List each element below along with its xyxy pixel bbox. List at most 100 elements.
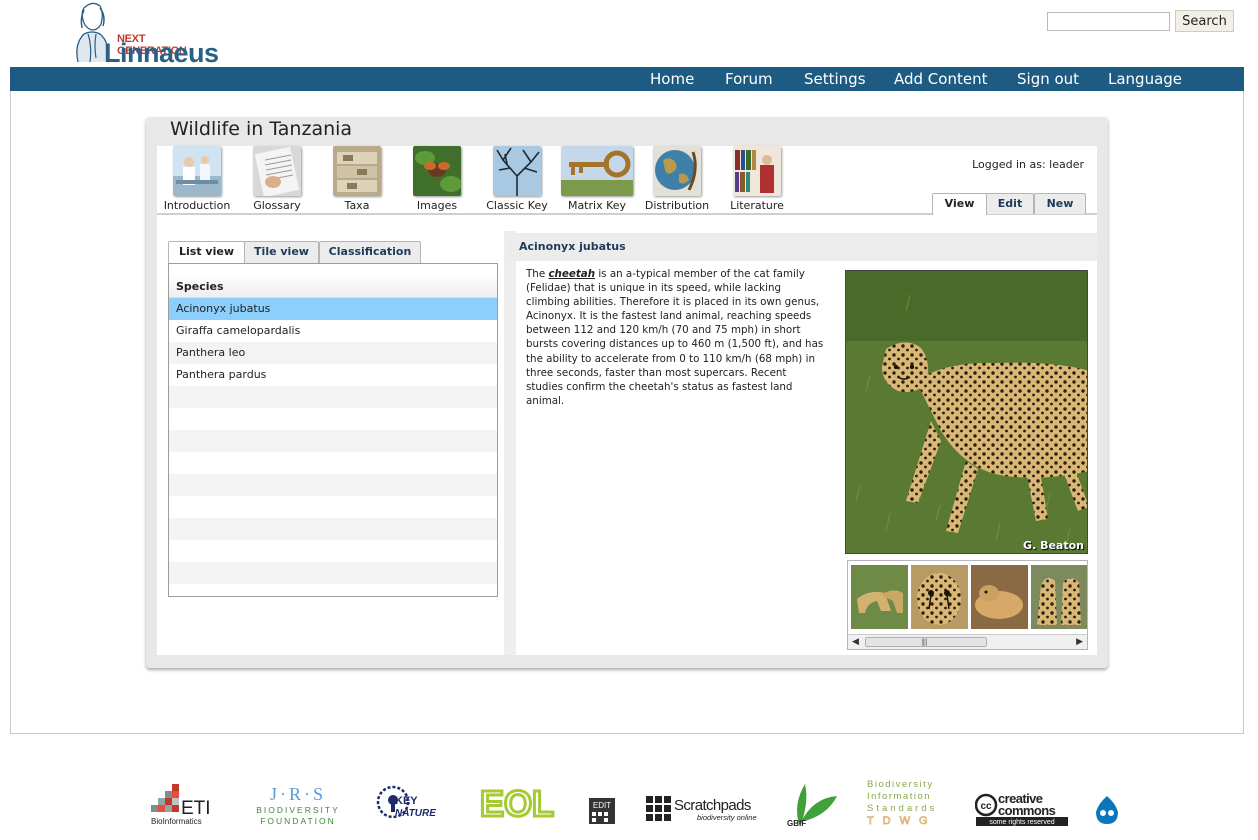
empty-row	[169, 562, 497, 584]
tab-tile-view[interactable]: Tile view	[244, 241, 319, 263]
tab-list-view[interactable]: List view	[168, 241, 245, 265]
empty-row	[169, 452, 497, 474]
jrs-subtext: FOUNDATION	[260, 816, 336, 826]
description-text: is an a-typical member of the cat family…	[526, 268, 824, 407]
tool-label: Distribution	[644, 199, 710, 212]
matrix-key-icon	[561, 146, 633, 196]
nav-settings[interactable]: Settings	[804, 70, 866, 88]
jrs-text: J·R·S	[270, 784, 326, 804]
empty-row	[169, 496, 497, 518]
jrs-icon: J·R·S BIODIVERSITY FOUNDATION	[256, 784, 340, 826]
images-icon	[413, 146, 461, 196]
creative-commons-logo[interactable]: cc creative commons some rights reserved	[974, 776, 1071, 828]
literature-icon	[733, 146, 781, 196]
eol-logo[interactable]: EOL	[476, 776, 558, 828]
eti-logo[interactable]: ETI BioInformatics	[150, 776, 222, 828]
grip-icon: ||||	[921, 638, 928, 646]
tab-new[interactable]: New	[1034, 193, 1086, 214]
linnaeus-logo[interactable]: NEXT GENERATION Linnaeus	[70, 0, 219, 68]
cc-text: commons	[998, 803, 1056, 818]
nav-sign-out[interactable]: Sign out	[1017, 70, 1079, 88]
tool-literature[interactable]: Literature	[717, 146, 797, 214]
tdwg-line: Standards	[867, 803, 937, 814]
cheetah-photo-icon	[846, 271, 1087, 553]
tool-label: Images	[416, 199, 458, 212]
detail-title: Acinonyx jubatus	[506, 233, 1097, 261]
tab-classification[interactable]: Classification	[319, 241, 421, 263]
gallery-scrollbar[interactable]: ◀ |||| ▶	[848, 634, 1087, 649]
tab-edit[interactable]: Edit	[986, 193, 1034, 214]
tdwg-logo[interactable]: Biodiversity Information Standards T D W…	[866, 776, 948, 828]
edit-icon: EDIT	[589, 798, 615, 824]
tool-introduction[interactable]: Introduction	[157, 146, 237, 214]
project-title: Wildlife in Tanzania	[170, 118, 353, 140]
eti-subtext: BioInformatics	[151, 817, 202, 826]
empty-row	[169, 474, 497, 496]
empty-row	[169, 584, 497, 596]
gbif-text: GBIF	[787, 819, 806, 828]
tool-glossary[interactable]: Glossary	[237, 146, 317, 214]
jrs-subtext: BIODIVERSITY	[256, 805, 340, 815]
eol-text: EOL	[480, 783, 554, 824]
tool-images[interactable]: Images	[397, 146, 477, 214]
search-input[interactable]	[1047, 12, 1170, 31]
empty-row	[169, 518, 497, 540]
species-row[interactable]: Panthera pardus	[169, 364, 497, 386]
glossary-icon	[253, 146, 301, 196]
nav-home[interactable]: Home	[650, 70, 694, 88]
tool-label: Classic Key	[486, 199, 548, 212]
logged-in-status: Logged in as: leader	[972, 158, 1084, 171]
empty-row	[169, 386, 497, 408]
nav-language[interactable]: Language	[1108, 70, 1182, 88]
keytonature-logo[interactable]: KEY NATURE	[375, 776, 447, 828]
pane-divider[interactable]	[504, 231, 516, 655]
species-list: Species Acinonyx jubatus Giraffa camelop…	[168, 263, 498, 597]
tool-matrix-key[interactable]: Matrix Key	[557, 146, 637, 214]
tool-label: Taxa	[344, 199, 370, 212]
gallery-thumbnail[interactable]	[911, 565, 968, 629]
tool-label: Literature	[730, 199, 784, 212]
scroll-right-icon[interactable]: ▶	[1076, 637, 1083, 647]
gallery-thumbnail[interactable]	[971, 565, 1028, 629]
tool-taxa[interactable]: Taxa	[317, 146, 397, 214]
tdwg-line: Information	[867, 791, 931, 802]
scratchpads-subtext: biodiversity online	[697, 813, 757, 822]
tool-classic-key[interactable]: Classic Key	[477, 146, 557, 214]
eti-mosaic-icon: ETI BioInformatics	[151, 784, 211, 826]
taxa-icon	[333, 146, 381, 196]
drupal-logo[interactable]	[1092, 776, 1122, 828]
description-text: The	[526, 268, 549, 280]
scrollbar-thumb[interactable]: ||||	[865, 637, 987, 647]
jrs-logo[interactable]: J·R·S BIODIVERSITY FOUNDATION	[245, 776, 351, 828]
empty-row	[169, 408, 497, 430]
key-text: KEY	[395, 795, 418, 807]
tool-distribution[interactable]: Distribution	[637, 146, 717, 214]
edit-logo[interactable]: EDIT	[588, 776, 616, 828]
species-row[interactable]: Panthera leo	[169, 342, 497, 364]
gbif-logo[interactable]: GBIF	[783, 776, 841, 828]
scratchpads-icon: Scratchpads biodiversity online	[646, 796, 757, 822]
nav-add-content[interactable]: Add Content	[894, 70, 987, 88]
gallery-thumbnail[interactable]	[851, 565, 908, 629]
nav-forum[interactable]: Forum	[725, 70, 773, 88]
species-main-image[interactable]: G. Beaton	[845, 270, 1088, 554]
species-column-header[interactable]: Species	[169, 276, 497, 298]
species-row[interactable]: Acinonyx jubatus	[169, 298, 497, 320]
classic-key-icon	[493, 146, 541, 196]
scratchpads-logo[interactable]: Scratchpads biodiversity online	[645, 776, 760, 828]
gallery-thumbnail[interactable]	[1031, 565, 1087, 629]
cheetah-link[interactable]: cheetah	[548, 268, 595, 280]
species-description: The cheetah is an a-typical member of th…	[526, 267, 826, 408]
panel-body: Introduction Glossary Taxa Images Classi…	[157, 146, 1097, 655]
tool-label: Introduction	[163, 199, 231, 212]
empty-row	[169, 540, 497, 562]
species-row[interactable]: Giraffa camelopardalis	[169, 320, 497, 342]
image-credit: G. Beaton	[1023, 539, 1084, 552]
scroll-left-icon[interactable]: ◀	[852, 637, 859, 647]
search-button[interactable]: Search	[1175, 10, 1234, 32]
cc-subtext: some rights reserved	[989, 819, 1054, 826]
project-panel: Wildlife in Tanzania Introduction Glossa…	[146, 117, 1108, 668]
tab-view[interactable]: View	[932, 193, 987, 215]
distribution-icon	[653, 146, 701, 196]
nature-text: NATURE	[395, 808, 436, 819]
